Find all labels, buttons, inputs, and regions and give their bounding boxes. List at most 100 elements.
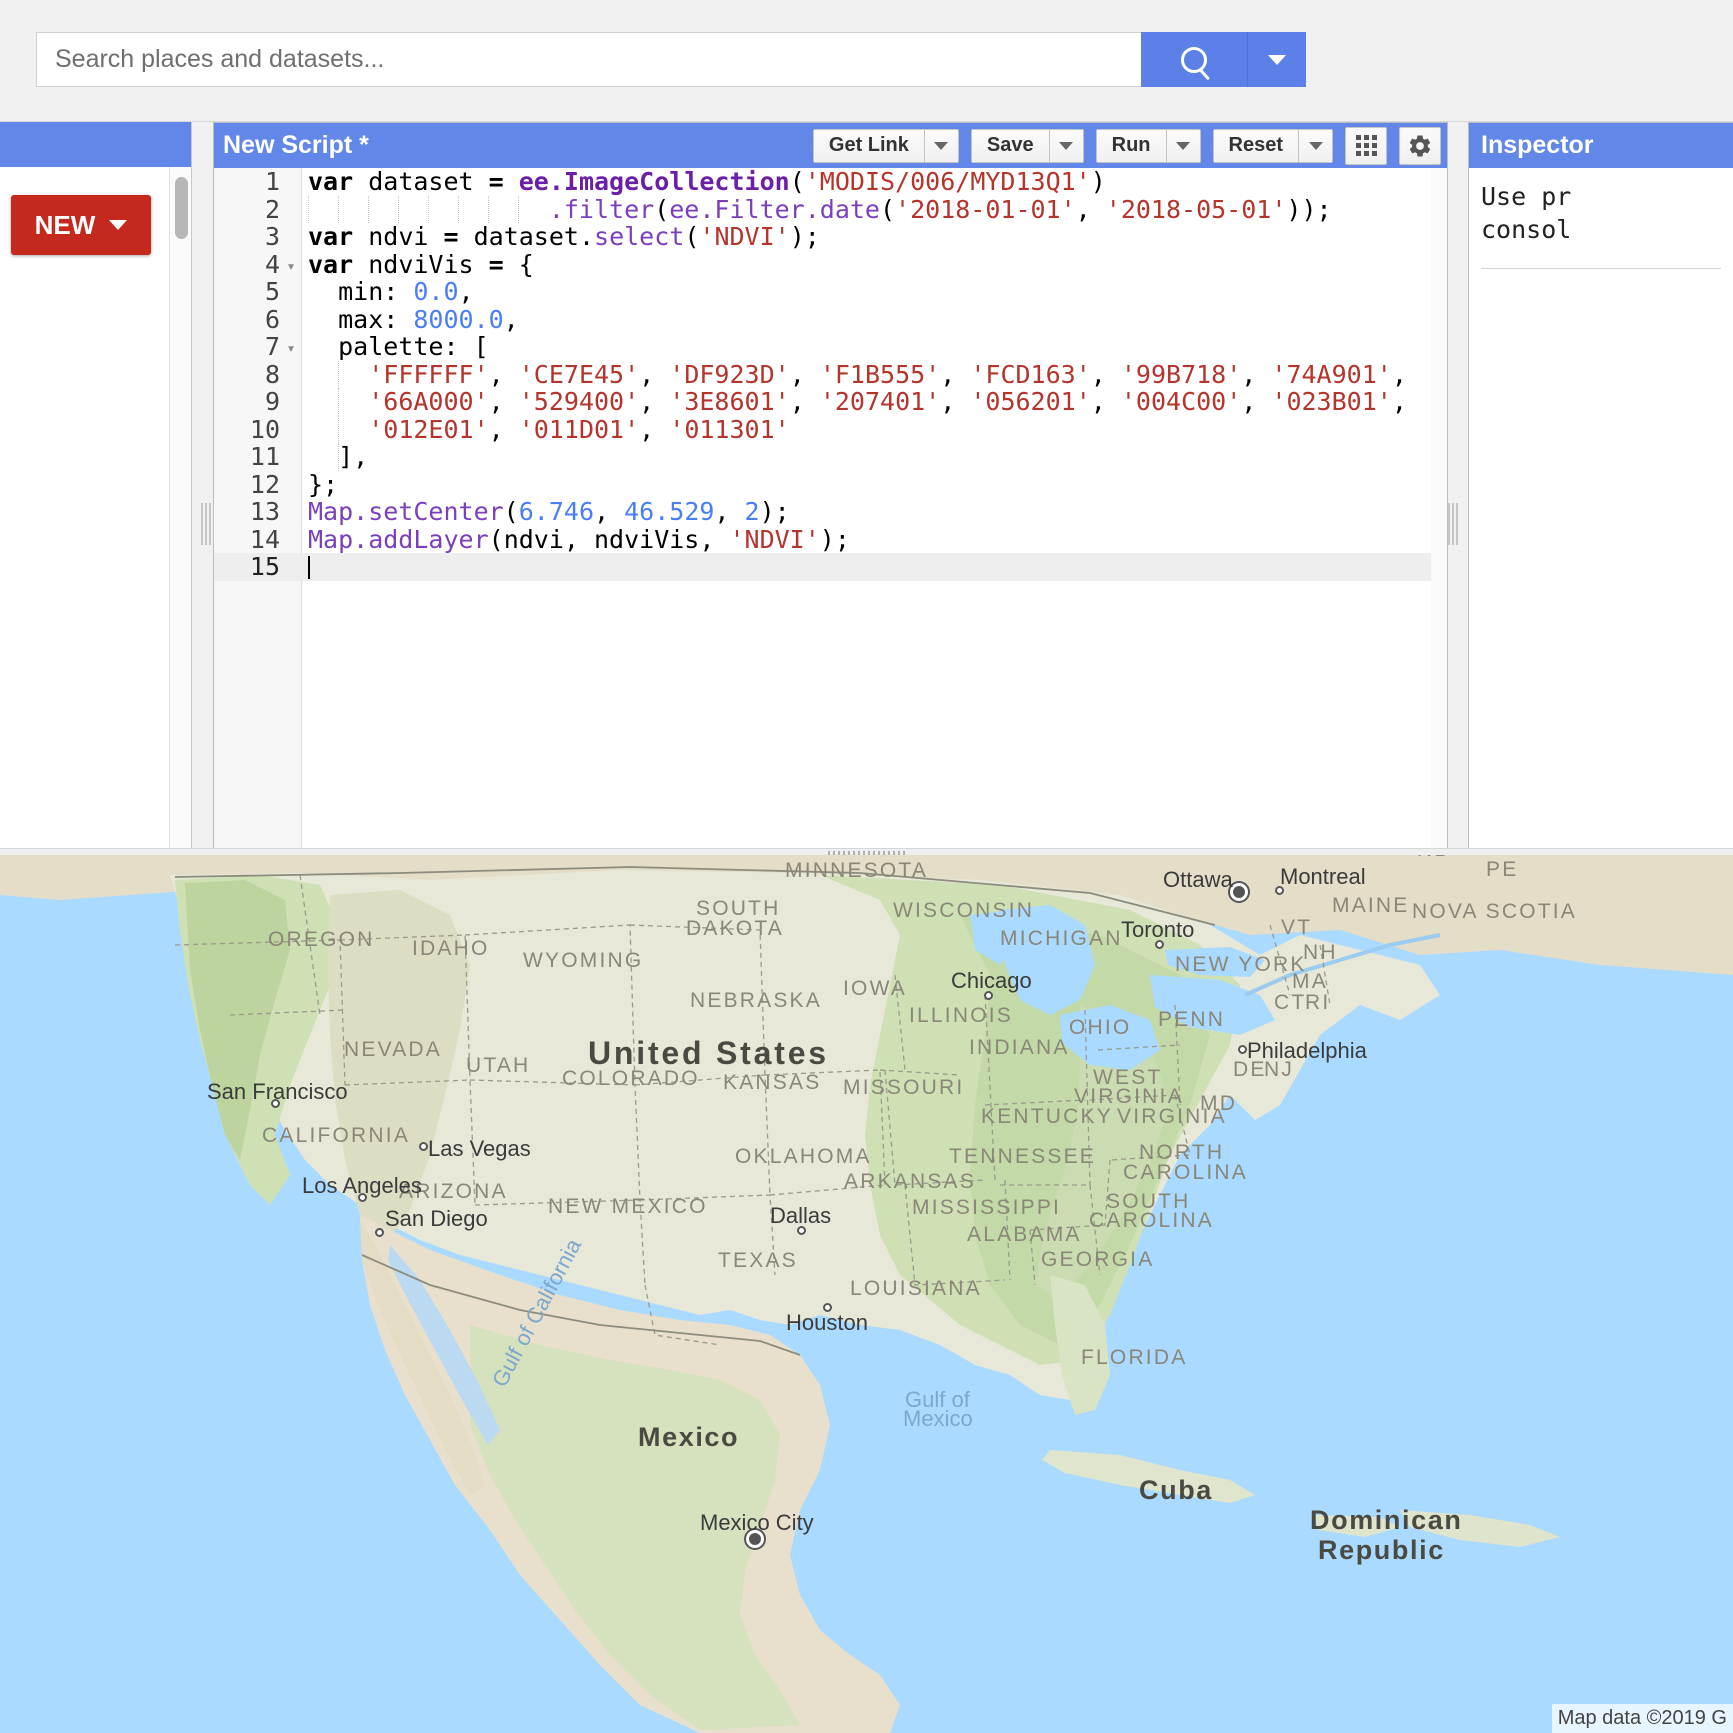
reset-dropdown[interactable] xyxy=(1299,128,1333,163)
map-city-marker[interactable] xyxy=(984,991,993,1000)
fold-toggle-icon[interactable]: ▾ xyxy=(280,251,302,279)
code-text: min: 0.0, xyxy=(302,278,473,306)
code-token: '012E01' xyxy=(368,414,489,444)
fold-toggle-icon[interactable]: ▾ xyxy=(280,333,302,361)
code-token: ( xyxy=(503,497,519,526)
map-attribution: Map data ©2019 G xyxy=(1551,1704,1733,1733)
code-token: '023B01' xyxy=(1271,387,1392,416)
map-city-marker[interactable] xyxy=(1275,886,1284,895)
code-line[interactable]: 1 var dataset = ee.ImageCollection('MODIS… xyxy=(214,168,1447,196)
code-token: , xyxy=(789,359,820,389)
scripts-panel-body: NEW xyxy=(0,167,191,855)
code-editor-body[interactable]: 1 var dataset = ee.ImageCollection('MODIS… xyxy=(214,168,1447,854)
code-text: var ndviVis = { xyxy=(302,250,534,279)
map-city-marker[interactable] xyxy=(375,1228,384,1237)
code-token: 'FFFFFF' xyxy=(368,359,489,389)
map-city-marker[interactable] xyxy=(797,1226,806,1235)
code-token: 'F1B555' xyxy=(819,359,941,389)
new-button-label: NEW xyxy=(34,209,96,240)
code-token: , xyxy=(1090,359,1121,389)
right-split-handle[interactable] xyxy=(1448,503,1460,545)
editor-workspace: NEW New Script * Get Link Save Run Reset… xyxy=(0,122,1733,855)
save-button[interactable]: Save xyxy=(970,128,1050,163)
code-vertical-scrollbar[interactable] xyxy=(1431,168,1447,854)
code-line[interactable]: 12}; xyxy=(214,469,1447,499)
code-token: 46.529 xyxy=(624,497,715,526)
search-dropdown-button[interactable] xyxy=(1248,32,1306,87)
new-script-button[interactable]: NEW xyxy=(11,195,151,255)
map-city-marker[interactable] xyxy=(358,1193,367,1202)
code-line[interactable]: 14 Map.addLayer(ndvi, ndviVis, 'NDVI'); xyxy=(214,525,1447,554)
code-token: ( xyxy=(789,168,805,196)
search-button[interactable] xyxy=(1141,32,1248,87)
code-line[interactable]: 8 'FFFFFF', 'CE7E45', 'DF923D', 'F1B555'… xyxy=(214,359,1447,389)
run-button[interactable]: Run xyxy=(1095,128,1167,163)
map-basemap xyxy=(0,855,1733,1733)
code-line[interactable]: 11 ], xyxy=(214,443,1447,471)
code-token: , xyxy=(488,414,519,444)
scripts-scrollbar-thumb[interactable] xyxy=(175,177,188,239)
chevron-down-icon xyxy=(1308,141,1323,150)
code-token: select xyxy=(594,222,685,251)
text-cursor xyxy=(308,556,310,579)
map-city-marker[interactable] xyxy=(749,1533,761,1545)
line-number: 4 xyxy=(264,249,280,279)
run-dropdown[interactable] xyxy=(1166,128,1201,163)
map-city-marker[interactable] xyxy=(1233,886,1245,898)
code-token: '056201' xyxy=(970,387,1091,416)
code-token: }; xyxy=(308,469,339,499)
code-line[interactable]: 13 Map.setCenter(6.746, 46.529, 2); xyxy=(214,498,1447,526)
code-line[interactable]: 10 '012E01', '011D01', '011301' xyxy=(214,414,1447,444)
code-token: , xyxy=(594,497,625,526)
line-number: 11 xyxy=(249,442,280,471)
code-token: '2018-05-01' xyxy=(1105,194,1287,224)
reset-button[interactable]: Reset xyxy=(1212,128,1299,163)
map-city-marker[interactable] xyxy=(823,1303,832,1312)
code-line[interactable]: 5 min: 0.0, xyxy=(214,278,1447,306)
map-city-marker[interactable] xyxy=(1155,940,1164,949)
code-token: 'CE7E45' xyxy=(518,359,640,389)
code-line[interactable]: 3 var ndvi = dataset.select('NDVI'); xyxy=(214,223,1447,251)
apps-button[interactable] xyxy=(1345,126,1387,165)
line-number: 2 xyxy=(264,194,280,224)
code-token: ndvi xyxy=(368,222,444,251)
map-city-marker[interactable] xyxy=(419,1142,428,1151)
indent-guide xyxy=(458,195,459,223)
get-link-group: Get Link xyxy=(812,128,959,163)
code-line[interactable]: 4 ▾ var ndviVis = { xyxy=(214,249,1447,279)
indent-guide xyxy=(398,195,399,223)
map-city-marker[interactable] xyxy=(271,1099,280,1108)
run-group: Run xyxy=(1095,128,1201,163)
code-token: , xyxy=(1090,387,1121,416)
code-line[interactable]: 2 .filter(ee.Filter.date('2018-01-01', '… xyxy=(214,194,1447,224)
code-line[interactable]: 15 xyxy=(214,553,1447,581)
inspector-panel-body: Use pr consol xyxy=(1469,168,1733,269)
save-dropdown[interactable] xyxy=(1049,128,1084,163)
scripts-scrollbar[interactable] xyxy=(169,167,191,855)
code-token: palette: [ xyxy=(308,332,489,361)
search-input[interactable] xyxy=(36,32,1141,87)
code-token: , xyxy=(488,387,519,416)
line-number: 10 xyxy=(249,414,280,444)
code-token: )); xyxy=(1286,194,1332,224)
line-number: 15 xyxy=(249,552,280,581)
get-link-button[interactable]: Get Link xyxy=(812,128,925,163)
code-line[interactable]: 9 '66A000', '529400', '3E8601', '207401'… xyxy=(214,388,1447,416)
indent-guide xyxy=(518,195,519,223)
get-link-dropdown[interactable] xyxy=(924,128,959,163)
code-lines[interactable]: 1 var dataset = ee.ImageCollection('MODIS… xyxy=(214,168,1447,581)
code-line[interactable]: 6 max: 8000.0, xyxy=(214,305,1447,334)
map-viewport[interactable]: WASHINGTONMONTANANORTHDAKOTAMINNESOTAORE… xyxy=(0,855,1733,1733)
left-split-handle[interactable] xyxy=(201,503,213,545)
code-token: 'DF923D' xyxy=(669,359,790,389)
settings-button[interactable] xyxy=(1399,126,1441,165)
code-token: '004C00' xyxy=(1120,387,1242,416)
map-city-marker[interactable] xyxy=(1238,1045,1247,1054)
indent-guide xyxy=(488,195,489,223)
code-line[interactable]: 7 ▾ palette: [ xyxy=(214,333,1447,361)
